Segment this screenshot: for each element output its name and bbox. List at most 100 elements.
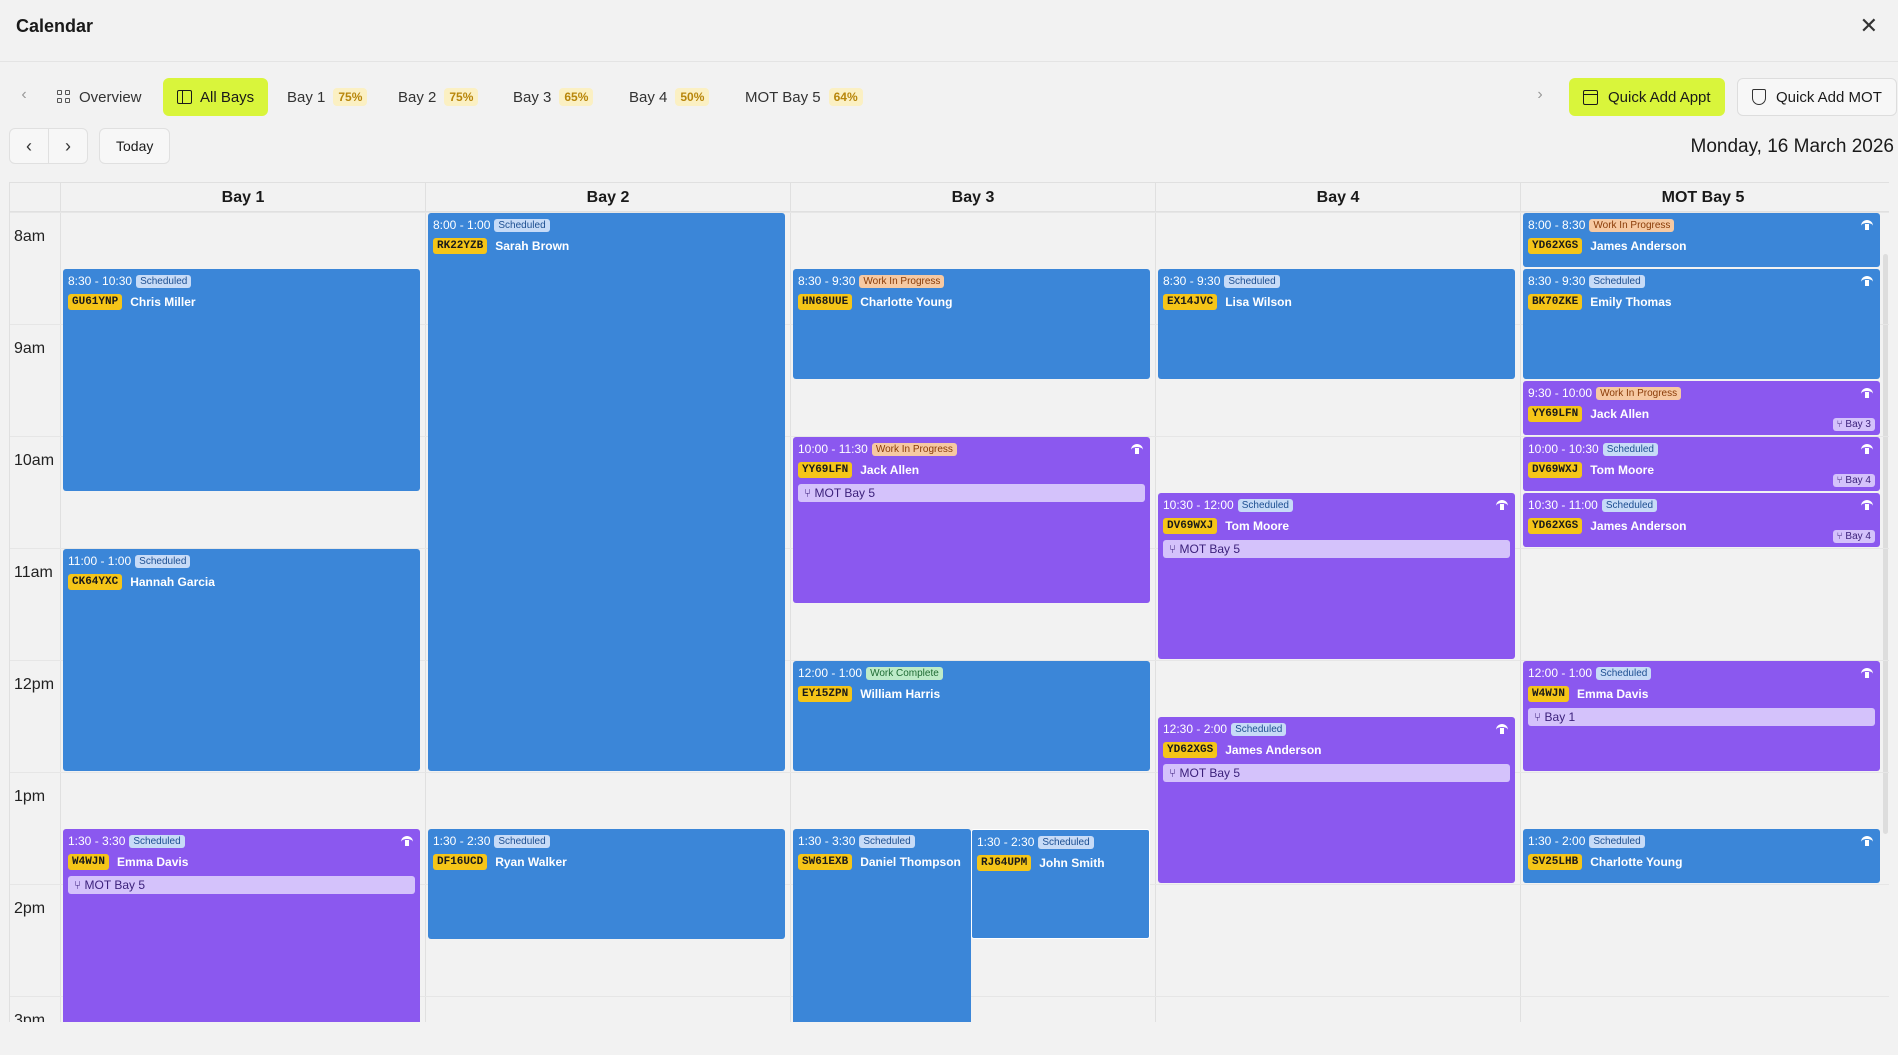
status-badge: Scheduled <box>129 834 185 848</box>
appointment-details: SW61EXB Daniel Thompson <box>798 854 966 870</box>
appointment-card[interactable]: 1:30 - 2:30 Scheduled DF16UCD Ryan Walker <box>428 829 785 939</box>
appointment-card[interactable]: 8:30 - 9:30 Scheduled BK70ZKE Emily Thomas <box>1523 269 1880 379</box>
tab-all-bays[interactable]: All Bays <box>163 78 269 116</box>
column-header: Bay 3 <box>790 183 1155 213</box>
linked-bay-tag[interactable]: ⑂ Bay 4 <box>1832 530 1875 543</box>
appointment-card[interactable]: 8:30 - 9:30 Scheduled EX14JVC Lisa Wilson <box>1158 269 1515 379</box>
linked-bay-pill[interactable]: ⑂ MOT Bay 5 <box>68 876 415 894</box>
registration-plate: RJ64UPM <box>977 855 1032 871</box>
appointment-time: 11:00 - 1:00 <box>68 554 132 568</box>
customer-name: James Anderson <box>1590 239 1687 253</box>
linked-bay-pill[interactable]: ⑂ MOT Bay 5 <box>1163 540 1510 558</box>
tab-mot-bay-5[interactable]: MOT Bay 5 64% <box>731 78 877 116</box>
linked-bay-pill[interactable]: ⑂ MOT Bay 5 <box>798 484 1145 502</box>
time-label: 8am <box>14 228 46 245</box>
column-header: MOT Bay 5 <box>1520 183 1885 213</box>
utilization-badge: 50% <box>675 88 710 106</box>
registration-plate: YD62XGS <box>1528 238 1583 254</box>
time-label: 9am <box>14 340 46 357</box>
appointment-header: 10:30 - 12:00 Scheduled <box>1163 498 1510 512</box>
date-navigation: ‹ › Today Monday, 16 March 2026 <box>0 128 1898 168</box>
appointment-details: EX14JVC Lisa Wilson <box>1163 294 1510 310</box>
quick-add-mot-label: Quick Add MOT <box>1776 88 1882 106</box>
registration-plate: YD62XGS <box>1528 518 1583 534</box>
appointment-card[interactable]: 10:00 - 10:30 Scheduled DV69WXJ Tom Moore ⑂ … <box>1523 437 1880 491</box>
appointment-time: 8:30 - 9:30 <box>1163 274 1221 288</box>
status-badge: Work Complete <box>866 666 943 680</box>
linked-bay-label: Bay 4 <box>1845 531 1871 542</box>
tab-label: Bay 2 <box>398 88 437 106</box>
tab-bay-1[interactable]: Bay 1 75% <box>273 78 381 116</box>
tab-overview[interactable]: Overview <box>43 78 156 116</box>
time-label: 11am <box>14 564 53 581</box>
scrollbar[interactable] <box>1881 212 1889 1022</box>
appointment-card[interactable]: 8:00 - 8:30 Work In Progress YD62XGS James … <box>1523 213 1880 267</box>
appointment-details: DV69WXJ Tom Moore <box>1528 462 1875 478</box>
scrollbar-thumb[interactable] <box>1883 254 1888 834</box>
appointment-details: DF16UCD Ryan Walker <box>433 854 780 870</box>
appointment-header: 8:30 - 10:30 Scheduled <box>68 274 415 288</box>
appointment-details: DV69WXJ Tom Moore <box>1163 518 1510 534</box>
appointment-card[interactable]: 11:00 - 1:00 Scheduled CK64YXC Hannah Garci… <box>63 549 420 771</box>
appointment-card[interactable]: 9:30 - 10:00 Work In Progress YY69LFN Jack … <box>1523 381 1880 435</box>
appointment-card[interactable]: 10:30 - 11:00 Scheduled YD62XGS James Ander… <box>1523 493 1880 547</box>
status-badge: Scheduled <box>136 274 192 288</box>
appointment-card[interactable]: 1:30 - 2:00 Scheduled SV25LHB Charlotte You… <box>1523 829 1880 883</box>
registration-plate: RK22YZB <box>433 238 488 254</box>
linked-bay-pill[interactable]: ⑂ Bay 1 <box>1528 708 1875 726</box>
mot-icon <box>1131 442 1143 454</box>
quick-add-appt-button[interactable]: Quick Add Appt <box>1569 78 1725 116</box>
appointment-header: 10:00 - 11:30 Work In Progress <box>798 442 1145 456</box>
status-badge: Scheduled <box>1038 835 1094 849</box>
linked-bay-tag[interactable]: ⑂ Bay 3 <box>1832 418 1875 431</box>
appointment-card[interactable]: 12:00 - 1:00 Scheduled W4WJN Emma Davis ⑂ Ba… <box>1523 661 1880 771</box>
status-badge: Scheduled <box>1596 666 1652 680</box>
appointment-card[interactable]: 12:30 - 2:00 Scheduled YD62XGS James Anders… <box>1158 717 1515 883</box>
linked-bay-tag[interactable]: ⑂ Bay 4 <box>1832 474 1875 487</box>
appointment-time: 10:00 - 10:30 <box>1528 442 1599 456</box>
linked-bay-label: MOT Bay 5 <box>1179 766 1241 780</box>
customer-name: Daniel Thompson <box>860 855 961 869</box>
customer-name: Charlotte Young <box>860 295 953 309</box>
appointment-header: 1:30 - 2:30 Scheduled <box>433 834 780 848</box>
registration-plate: EY15ZPN <box>798 686 853 702</box>
utilization-badge: 64% <box>828 88 863 106</box>
tab-bay-3[interactable]: Bay 3 65% <box>499 78 607 116</box>
previous-day-button[interactable]: ‹ <box>9 128 49 164</box>
tab-bay-4[interactable]: Bay 4 50% <box>615 78 723 116</box>
appointment-card[interactable]: 8:30 - 9:30 Work In Progress HN68UUE Charlo… <box>793 269 1150 379</box>
appointment-card[interactable]: 1:30 - 2:30 Scheduled RJ64UPM John Smith <box>971 829 1150 939</box>
next-day-button[interactable]: › <box>48 128 88 164</box>
appointment-time: 1:30 - 2:30 <box>977 835 1035 849</box>
appointment-card[interactable]: 12:00 - 1:00 Work Complete EY15ZPN William … <box>793 661 1150 771</box>
column-divider <box>1155 212 1156 1022</box>
appointment-details: EY15ZPN William Harris <box>798 686 1145 702</box>
calendar-plus-icon <box>1583 89 1598 105</box>
appointment-card[interactable]: 8:30 - 10:30 Scheduled GU61YNP Chris Miller <box>63 269 420 491</box>
appointment-time: 8:00 - 1:00 <box>433 218 491 232</box>
appointment-card[interactable]: 10:30 - 12:00 Scheduled DV69WXJ Tom Moore ⑂ … <box>1158 493 1515 659</box>
mot-icon <box>1861 442 1873 454</box>
status-badge: Scheduled <box>1589 274 1645 288</box>
appointment-card[interactable]: 8:00 - 1:00 Scheduled RK22YZB Sarah Brown <box>428 213 785 771</box>
mot-icon <box>1861 666 1873 678</box>
appointment-details: W4WJN Emma Davis <box>68 854 415 870</box>
appointment-card[interactable]: 1:30 - 3:30 Scheduled W4WJN Emma Davis ⑂ MOT… <box>63 829 420 1022</box>
tab-bay-2[interactable]: Bay 2 75% <box>384 78 492 116</box>
appointment-card[interactable]: 1:30 - 3:30 Scheduled SW61EXB Daniel Thomps… <box>793 829 971 1022</box>
linked-bay-pill[interactable]: ⑂ MOT Bay 5 <box>1163 764 1510 782</box>
chevron-right-icon[interactable]: › <box>1530 86 1550 104</box>
mot-icon <box>1861 218 1873 230</box>
customer-name: Jack Allen <box>860 463 920 477</box>
hour-gridline <box>10 772 1889 773</box>
column-header: Bay 4 <box>1155 183 1520 213</box>
close-icon[interactable]: ✕ <box>1860 14 1878 38</box>
today-button[interactable]: Today <box>99 128 171 164</box>
chevron-left-icon[interactable]: ‹ <box>14 86 34 104</box>
quick-add-mot-button[interactable]: Quick Add MOT <box>1737 78 1897 116</box>
appointment-header: 10:00 - 10:30 Scheduled <box>1528 442 1875 456</box>
appointment-header: 8:30 - 9:30 Work In Progress <box>798 274 1145 288</box>
appointment-card[interactable]: 10:00 - 11:30 Work In Progress YY69LFN Jack… <box>793 437 1150 603</box>
appointment-details: YY69LFN Jack Allen <box>1528 406 1875 422</box>
appointment-header: 12:30 - 2:00 Scheduled <box>1163 722 1510 736</box>
